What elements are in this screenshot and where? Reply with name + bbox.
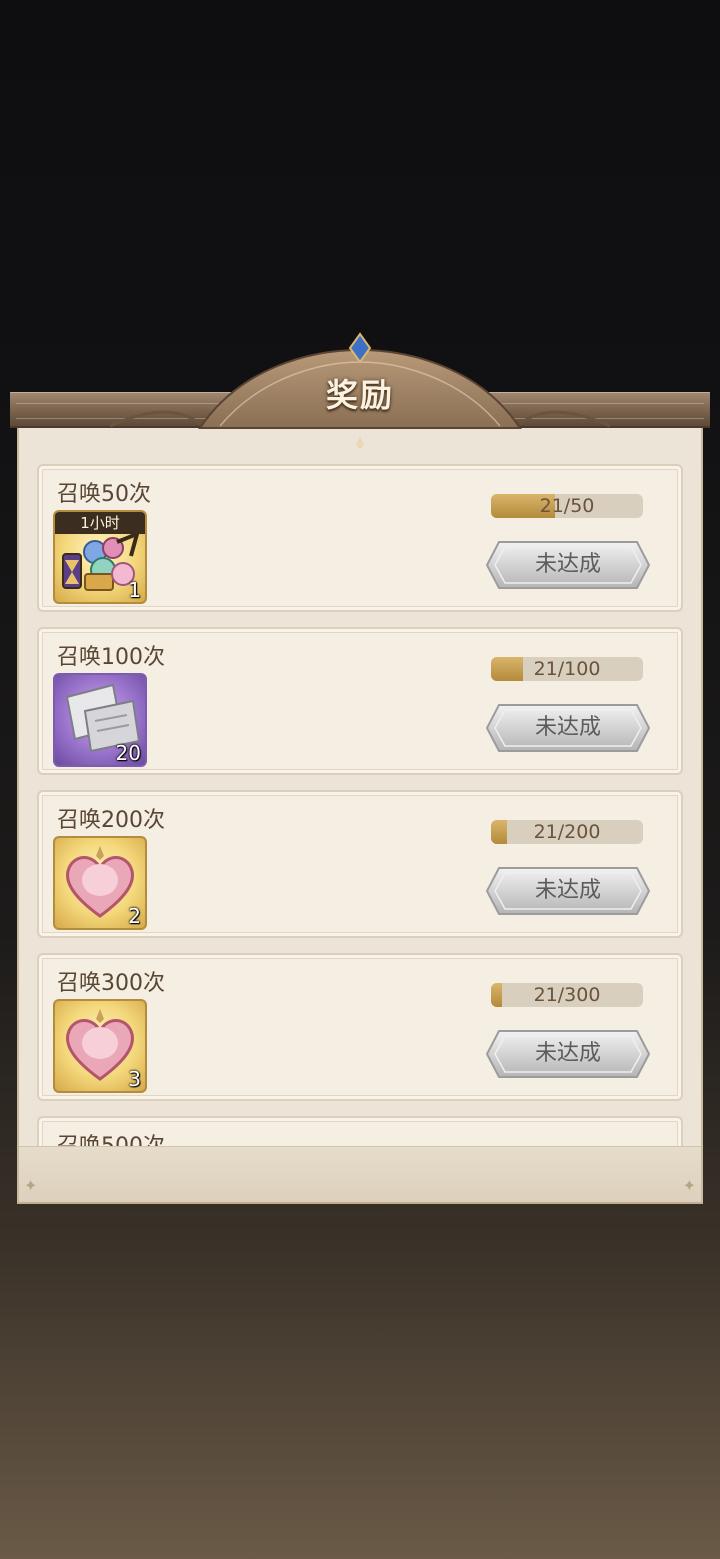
duration-label: 1小时 xyxy=(55,512,145,534)
pink-heart-gem-icon[interactable]: 3 xyxy=(53,999,147,1093)
item-quantity: 2 xyxy=(128,904,141,928)
reward-title: 召唤300次 xyxy=(57,971,165,996)
item-quantity: 3 xyxy=(128,1067,141,1091)
reward-row: 召唤500次 xyxy=(37,1116,683,1147)
pink-heart-gem-icon[interactable]: 2 xyxy=(53,836,147,930)
reward-row: 召唤300次 3 21/300 未达成 xyxy=(37,953,683,1101)
progress-text: 21/300 xyxy=(533,984,601,1006)
not-achieved-button[interactable]: 未达成 xyxy=(485,701,651,755)
progress-bar: 21/300 xyxy=(491,983,643,1007)
progress-bar: 21/200 xyxy=(491,820,643,844)
corner-ornament-icon: ✦ xyxy=(682,1176,696,1195)
progress-text: 21/200 xyxy=(533,821,601,843)
not-achieved-button[interactable]: 未达成 xyxy=(485,864,651,918)
reward-title: 召唤200次 xyxy=(57,808,165,833)
button-label: 未达成 xyxy=(534,552,601,577)
item-quantity: 1 xyxy=(128,578,141,602)
panel-title: 奖励 xyxy=(325,376,394,414)
progress-bar: 21/100 xyxy=(491,657,643,681)
reward-panel: 召唤50次 1小时 1 21/50 未达成 召唤100次 20 21/100 未… xyxy=(10,332,710,1204)
silver-ticket-icon[interactable]: 20 xyxy=(53,673,147,767)
corner-ornament-icon: ✦ xyxy=(24,1176,38,1195)
button-label: 未达成 xyxy=(534,1041,601,1066)
reward-row: 召唤200次 2 21/200 未达成 xyxy=(37,790,683,938)
reward-title: 召唤50次 xyxy=(57,482,151,507)
time-chest-icon[interactable]: 1小时 1 xyxy=(53,510,147,604)
button-label: 未达成 xyxy=(534,878,601,903)
not-achieved-button[interactable]: 未达成 xyxy=(485,1027,651,1081)
reward-row: 召唤50次 1小时 1 21/50 未达成 xyxy=(37,464,683,612)
reward-list[interactable]: 召唤50次 1小时 1 21/50 未达成 召唤100次 20 21/100 未… xyxy=(37,464,683,1147)
button-label: 未达成 xyxy=(534,715,601,740)
reward-row: 召唤100次 20 21/100 未达成 xyxy=(37,627,683,775)
not-achieved-button[interactable]: 未达成 xyxy=(485,538,651,592)
reward-title: 召唤500次 xyxy=(57,1134,165,1147)
progress-text: 21/50 xyxy=(539,495,595,517)
reward-title: 召唤100次 xyxy=(57,645,165,670)
item-quantity: 20 xyxy=(115,741,141,765)
progress-text: 21/100 xyxy=(533,658,601,680)
progress-bar: 21/50 xyxy=(491,494,643,518)
panel-bottom-strip xyxy=(19,1146,701,1202)
